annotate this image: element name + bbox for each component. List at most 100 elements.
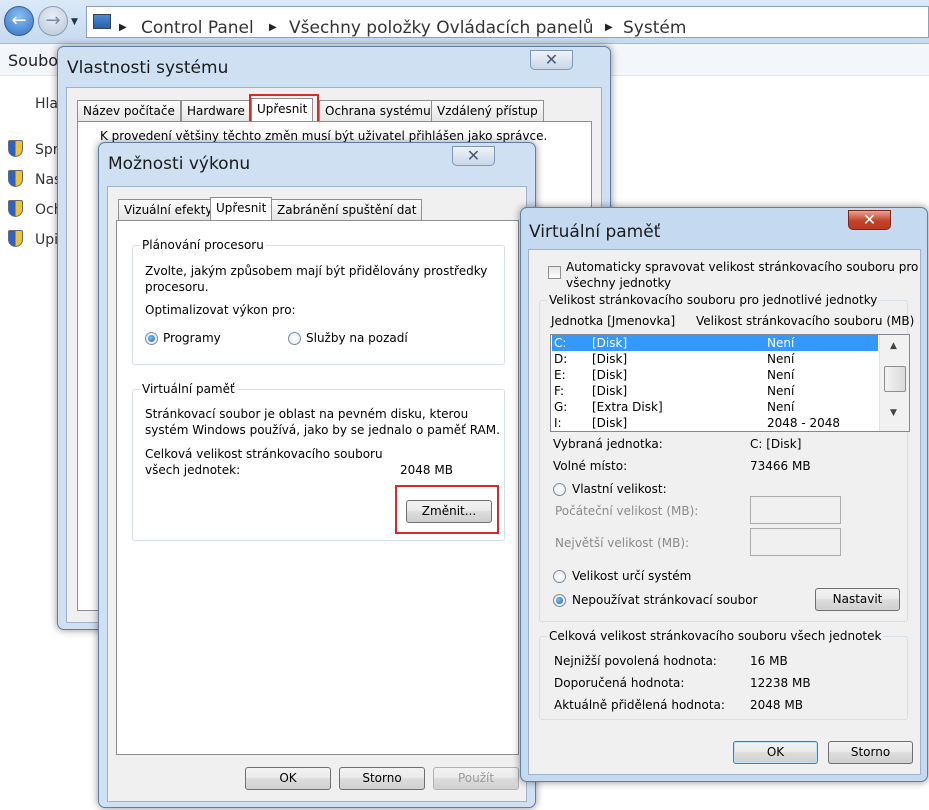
programs-radio[interactable] <box>145 332 158 345</box>
no-paging-file-radio[interactable] <box>553 594 566 607</box>
drive-paging-size: Není <box>767 400 795 414</box>
uac-shield-icon <box>8 200 23 217</box>
system-managed-label[interactable]: Velikost určí systém <box>572 569 691 583</box>
initial-size-input[interactable] <box>750 496 841 524</box>
drive-row[interactable]: G: [Extra Disk] Není <box>552 399 878 415</box>
virtual-memory-group: Virtuální paměť Stránkovací soubor je ob… <box>132 382 505 541</box>
forward-arrow-icon: → <box>45 10 61 31</box>
initial-size-label: Počáteční velikost (MB): <box>555 504 699 518</box>
drive-label: [Extra Disk] <box>592 400 663 414</box>
cancel-button[interactable]: Storno <box>339 767 425 790</box>
background-services-label[interactable]: Služby na pozadí <box>306 331 408 345</box>
tab-computer-name[interactable]: Název počítače <box>77 100 181 121</box>
drive-label: [Disk] <box>592 384 628 398</box>
auto-manage-checkbox[interactable] <box>548 266 561 279</box>
total-size-label: Celková velikost stránkovacího souboru <box>145 447 383 461</box>
breadcrumb-separator-icon: ▶ <box>269 22 277 33</box>
per-drive-group-label: Velikost stránkovacího souboru pro jedno… <box>547 293 880 307</box>
close-button[interactable]: ✕ <box>848 210 891 230</box>
cpu-description: Zvolte, jakým způsobem mají být přidělov… <box>145 264 488 278</box>
total-size-value: 2048 MB <box>400 463 453 477</box>
max-size-label: Největší velikost (MB): <box>555 536 690 550</box>
uac-shield-icon <box>8 170 23 187</box>
ok-button[interactable]: OK <box>733 741 818 764</box>
recent-pages-dropdown-icon[interactable]: ▼ <box>71 17 78 27</box>
drive-letter: G: <box>554 400 568 414</box>
scroll-up-icon[interactable]: ▲ <box>890 341 897 351</box>
drive-paging-size: 2048 - 2048 <box>767 416 841 430</box>
control-panel-icon <box>93 14 111 29</box>
apply-button[interactable]: Použít <box>433 767 519 790</box>
highlight-box <box>395 485 499 534</box>
tab-visual-effects[interactable]: Vizuální efekty <box>118 199 219 220</box>
menu-file[interactable]: Soubo <box>8 51 58 70</box>
max-size-input[interactable] <box>750 528 841 556</box>
allocated-value: 2048 MB <box>750 698 803 712</box>
sidebar-link[interactable]: Spr <box>35 142 59 158</box>
drive-row[interactable]: F: [Disk] Není <box>552 383 878 399</box>
drive-paging-size: Není <box>767 336 795 350</box>
background-services-radio[interactable] <box>288 332 301 345</box>
drive-paging-size: Není <box>767 368 795 382</box>
drive-label: [Disk] <box>592 368 628 382</box>
vm-description: Stránkovací soubor je oblast na pevném d… <box>145 407 469 421</box>
recommended-value: 12238 MB <box>750 676 811 690</box>
drive-row[interactable]: D: [Disk] Není <box>552 351 878 367</box>
drive-row[interactable]: E: [Disk] Není <box>552 367 878 383</box>
close-button[interactable]: ✕ <box>530 50 573 70</box>
breadcrumb-separator-icon: ▶ <box>605 22 613 33</box>
total-size-label-cont: všech jednotek: <box>145 463 241 477</box>
breadcrumb-system[interactable]: Systém <box>623 18 686 38</box>
tab-dep[interactable]: Zabránění spuštění dat <box>271 199 423 220</box>
breadcrumb-all-items[interactable]: Všechny položky Ovládacích panelů <box>289 18 594 38</box>
tab-system-protection[interactable]: Ochrana systému <box>319 100 437 121</box>
programs-label[interactable]: Programy <box>163 331 221 345</box>
custom-size-radio[interactable] <box>553 483 566 496</box>
close-icon: ✕ <box>466 146 481 165</box>
selected-drive-label: Vybraná jednotka: <box>553 437 663 451</box>
window-title: Možnosti výkonu <box>108 154 251 174</box>
drive-paging-size: Není <box>767 384 795 398</box>
drive-label: [Disk] <box>592 352 628 366</box>
address-field[interactable]: ▶ Control Panel ▶ Všechny položky Ovláda… <box>86 6 929 38</box>
sidebar-home-link[interactable]: Hla <box>35 96 58 112</box>
sidebar-link[interactable]: Upi <box>35 232 58 248</box>
no-paging-file-label[interactable]: Nepoužívat stránkovací soubor <box>572 593 758 607</box>
system-managed-radio[interactable] <box>553 570 566 583</box>
cancel-button[interactable]: Storno <box>828 741 913 764</box>
drive-list-scrollbar[interactable]: ▲ ▼ <box>879 335 909 431</box>
breadcrumb-separator-icon: ▶ <box>119 22 127 33</box>
drive-row[interactable]: I: [Disk] 2048 - 2048 <box>552 415 878 431</box>
set-button[interactable]: Nastavit <box>815 588 900 611</box>
drive-letter: D: <box>554 352 568 366</box>
cpu-scheduling-group: Plánování procesoru Zvolte, jakým způsob… <box>132 238 505 365</box>
performance-options-window: Možnosti výkonu ✕ Vizuální efekty Upřesn… <box>98 142 536 808</box>
cpu-scheduling-label: Plánování procesoru <box>140 238 266 252</box>
breadcrumb-control-panel[interactable]: Control Panel <box>141 18 254 38</box>
optimize-label: Optimalizovat výkon pro: <box>145 303 296 317</box>
performance-options-client: Vizuální efekty Upřesnit Zabránění spušt… <box>107 186 527 802</box>
uac-shield-icon <box>8 230 23 247</box>
auto-manage-label-cont[interactable]: všechny jednotky <box>566 276 671 290</box>
drive-letter: C: <box>554 336 567 350</box>
forward-button[interactable]: → <box>38 6 68 36</box>
tab-advanced[interactable]: Upřesnit <box>251 98 314 121</box>
drive-letter: E: <box>554 368 566 382</box>
drive-letter: F: <box>554 384 565 398</box>
tab-advanced[interactable]: Upřesnit <box>210 197 273 220</box>
custom-size-label[interactable]: Vlastní velikost: <box>572 482 667 496</box>
back-button[interactable]: ← <box>4 6 34 36</box>
drive-paging-size: Není <box>767 352 795 366</box>
drive-list[interactable]: C: [Disk] Není D: [Disk] Není E: [Disk] … <box>550 334 910 432</box>
auto-manage-label[interactable]: Automaticky spravovat velikost stránkova… <box>566 260 918 274</box>
tab-remote-access[interactable]: Vzdálený přístup <box>431 100 544 121</box>
window-title: Vlastnosti systému <box>67 58 229 78</box>
close-button[interactable]: ✕ <box>452 146 495 166</box>
scroll-thumb[interactable] <box>884 366 906 392</box>
vm-description-cont: systém Windows používá, jako by se jedna… <box>145 423 500 437</box>
scroll-down-icon[interactable]: ▼ <box>890 408 897 418</box>
tab-hardware[interactable]: Hardware <box>181 100 251 121</box>
drive-row[interactable]: C: [Disk] Není <box>552 335 878 351</box>
ok-button[interactable]: OK <box>245 767 331 790</box>
window-title: Virtuální paměť <box>529 222 661 242</box>
